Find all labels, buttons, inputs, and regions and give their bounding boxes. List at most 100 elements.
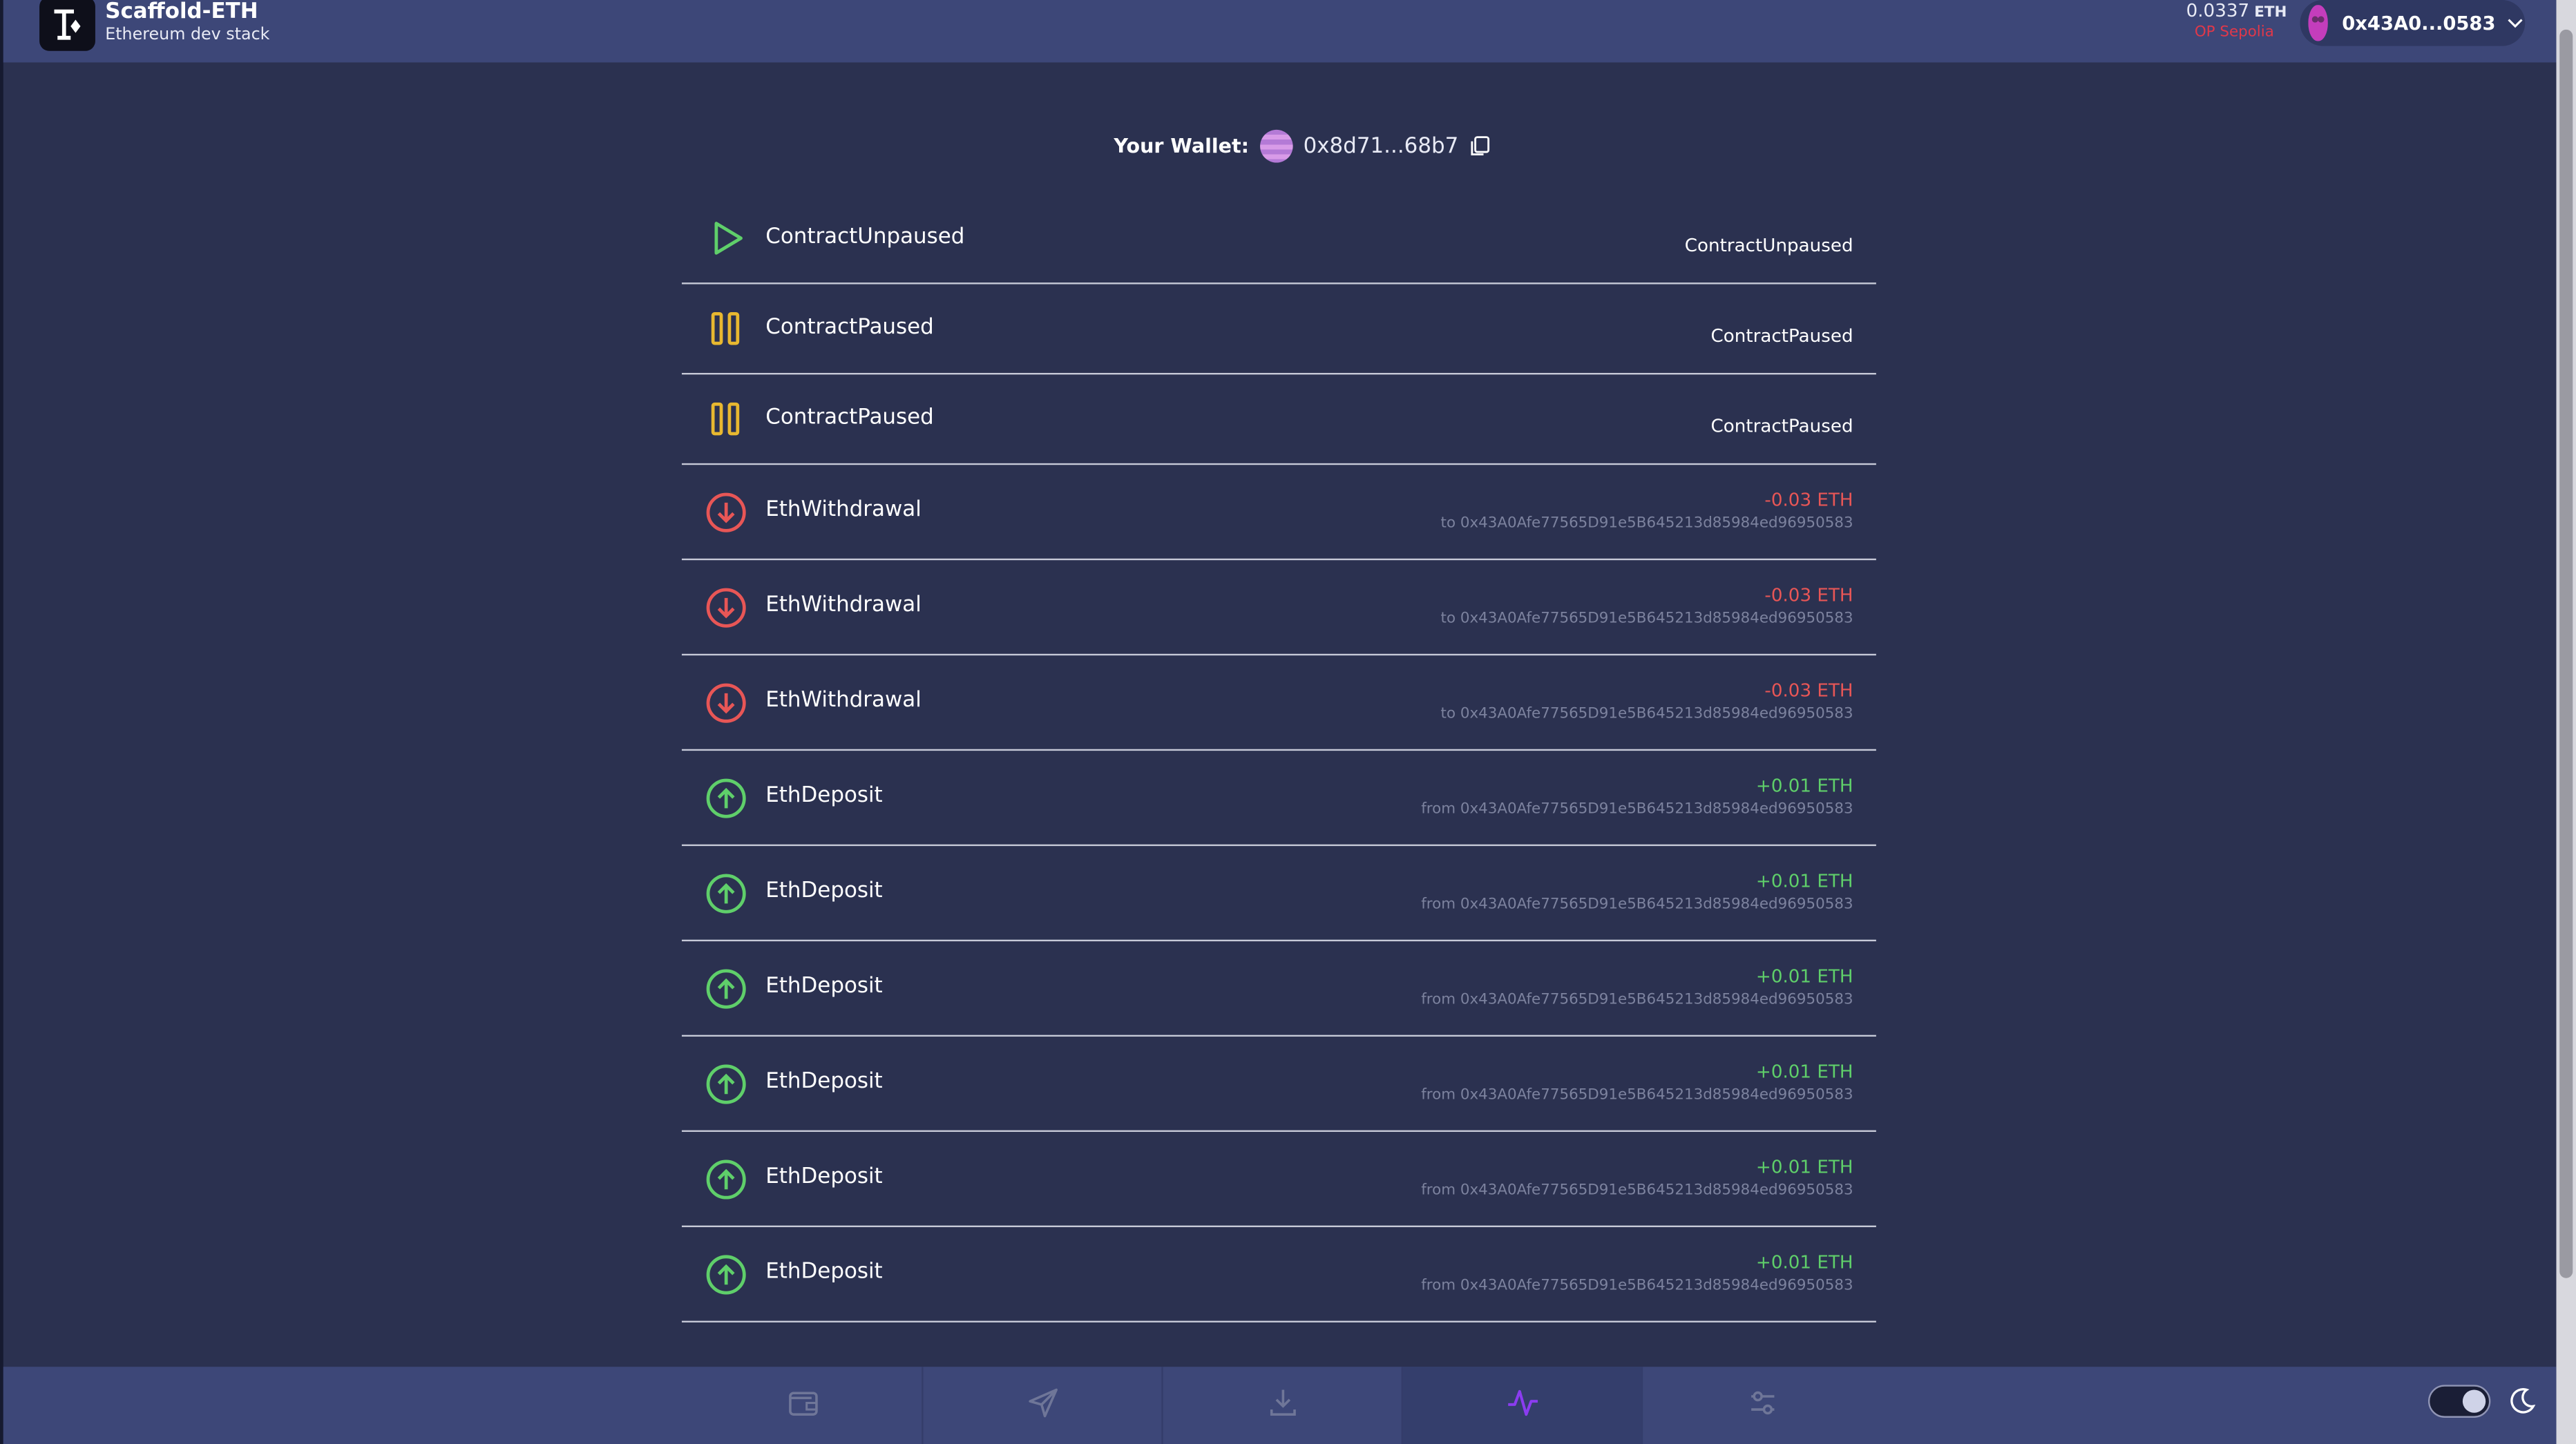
arrow-up-circle-icon bbox=[705, 1062, 747, 1105]
event-row: EthDeposit +0.01 ETH from 0x43A0Afe77565D9… bbox=[681, 941, 1876, 1037]
arrow-down-circle-icon bbox=[705, 490, 747, 533]
scaffold-logo-icon[interactable] bbox=[39, 0, 95, 51]
event-name: EthWithdrawal bbox=[765, 497, 922, 523]
tab-send[interactable] bbox=[924, 1367, 1162, 1444]
event-row: ContractUnpaused ContractUnpaused bbox=[681, 194, 1876, 285]
event-address: from 0x43A0Afe77565D91e5B645213d85984ed9… bbox=[1421, 991, 1853, 1008]
balance-value: 0.0337 bbox=[2186, 0, 2250, 21]
event-name: ContractPaused bbox=[765, 314, 934, 340]
play-icon bbox=[705, 217, 747, 260]
event-amount: +0.01 ETH bbox=[1755, 1251, 1853, 1273]
event-name: ContractUnpaused bbox=[765, 224, 965, 249]
chevron-down-icon bbox=[2506, 8, 2526, 39]
event-amount: +0.01 ETH bbox=[1755, 965, 1853, 987]
app-window: Scaffold-ETH Ethereum dev stack 0.0337 ET… bbox=[0, 0, 2576, 1444]
event-value: ContractPaused bbox=[1710, 415, 1853, 437]
event-amount: +0.01 ETH bbox=[1755, 869, 1853, 892]
arrow-up-circle-icon bbox=[705, 1157, 747, 1200]
event-name: ContractPaused bbox=[765, 405, 934, 430]
event-address: to 0x43A0Afe77565D91e5B645213d85984ed969… bbox=[1440, 705, 1853, 722]
arrow-down-circle-icon bbox=[705, 681, 747, 724]
event-detail: ContractPaused bbox=[1711, 317, 1853, 348]
tab-activity[interactable] bbox=[1402, 1367, 1641, 1444]
event-amount: -0.03 ETH bbox=[1764, 488, 1853, 510]
event-row: EthDeposit +0.01 ETH from 0x43A0Afe77565D9… bbox=[681, 846, 1876, 942]
bottom-nav bbox=[3, 1367, 2557, 1444]
event-name: EthWithdrawal bbox=[765, 688, 922, 713]
event-row: EthWithdrawal -0.03 ETH to 0x43A0Afe77565D… bbox=[681, 465, 1876, 561]
event-value: ContractPaused bbox=[1710, 325, 1853, 347]
event-row: EthDeposit +0.01 ETH from 0x43A0Afe77565D9… bbox=[681, 1037, 1876, 1133]
arrow-up-circle-icon bbox=[705, 776, 747, 819]
account-address: 0x43A0...0583 bbox=[2342, 11, 2496, 35]
event-detail: +0.01 ETH from 0x43A0Afe77565D91e5B645213… bbox=[1421, 775, 1853, 821]
event-detail: +0.01 ETH from 0x43A0Afe77565D91e5B645213… bbox=[1421, 1251, 1853, 1297]
event-amount: -0.03 ETH bbox=[1764, 679, 1853, 701]
event-address: to 0x43A0Afe77565D91e5B645213d85984ed969… bbox=[1440, 514, 1853, 532]
tab-wallet[interactable] bbox=[683, 1367, 922, 1444]
event-row: EthWithdrawal -0.03 ETH to 0x43A0Afe77565D… bbox=[681, 560, 1876, 656]
brand-subtitle: Ethereum dev stack bbox=[105, 26, 270, 45]
wallet-address: 0x8d71...68b7 bbox=[1303, 133, 1459, 159]
event-name: EthDeposit bbox=[765, 878, 883, 904]
network-name: OP Sepolia bbox=[2194, 24, 2274, 41]
event-row: EthDeposit +0.01 ETH from 0x43A0Afe77565D9… bbox=[681, 751, 1876, 847]
wallet-icon bbox=[786, 1386, 819, 1425]
balance-unit: ETH bbox=[2254, 5, 2287, 21]
event-address: from 0x43A0Afe77565D91e5B645213d85984ed9… bbox=[1421, 896, 1853, 913]
wallet-address-line: Your Wallet: 0x8d71...68b7 bbox=[1114, 128, 1491, 164]
top-header: Scaffold-ETH Ethereum dev stack 0.0337 ET… bbox=[3, 0, 2557, 63]
wallet-label: Your Wallet: bbox=[1114, 135, 1250, 158]
tab-settings[interactable] bbox=[1643, 1367, 1881, 1444]
pause-icon bbox=[705, 398, 747, 441]
event-address: from 0x43A0Afe77565D91e5B645213d85984ed9… bbox=[1421, 800, 1853, 818]
event-name: EthDeposit bbox=[765, 1164, 883, 1190]
send-icon bbox=[1026, 1386, 1059, 1425]
event-name: EthDeposit bbox=[765, 783, 883, 809]
event-name: EthDeposit bbox=[765, 1069, 883, 1095]
event-row: EthDeposit +0.01 ETH from 0x43A0Afe77565D9… bbox=[681, 1132, 1876, 1227]
event-name: EthWithdrawal bbox=[765, 593, 922, 618]
account-button[interactable]: 0x43A0...0583 bbox=[2300, 0, 2526, 46]
event-detail: ContractUnpaused bbox=[1685, 227, 1853, 258]
window-edge bbox=[0, 0, 3, 1444]
event-address: from 0x43A0Afe77565D91e5B645213d85984ed9… bbox=[1421, 1086, 1853, 1104]
balance-display: 0.0337 ETH OP Sepolia bbox=[2168, 1, 2287, 42]
event-detail: -0.03 ETH to 0x43A0Afe77565D91e5B645213d8… bbox=[1441, 680, 1853, 726]
arrow-up-circle-icon bbox=[705, 967, 747, 1010]
event-amount: +0.01 ETH bbox=[1755, 1060, 1853, 1082]
tab-receive[interactable] bbox=[1163, 1367, 1402, 1444]
event-name: EthDeposit bbox=[765, 1260, 883, 1285]
event-detail: -0.03 ETH to 0x43A0Afe77565D91e5B645213d8… bbox=[1441, 584, 1853, 630]
event-name: EthDeposit bbox=[765, 974, 883, 999]
event-address: from 0x43A0Afe77565D91e5B645213d85984ed9… bbox=[1421, 1182, 1853, 1199]
toggle-knob bbox=[2462, 1389, 2486, 1413]
moon-icon bbox=[2507, 1387, 2537, 1423]
event-amount: -0.03 ETH bbox=[1764, 584, 1853, 606]
wallet-avatar bbox=[1260, 129, 1294, 163]
event-row: EthDeposit +0.01 ETH from 0x43A0Afe77565D9… bbox=[681, 1227, 1876, 1322]
brand-title[interactable]: Scaffold-ETH bbox=[105, 0, 258, 25]
settings-sliders-icon bbox=[1746, 1386, 1779, 1425]
event-address: to 0x43A0Afe77565D91e5B645213d85984ed969… bbox=[1440, 610, 1853, 627]
event-amount: +0.01 ETH bbox=[1755, 1155, 1853, 1177]
event-address: from 0x43A0Afe77565D91e5B645213d85984ed9… bbox=[1421, 1277, 1853, 1294]
theme-toggle[interactable] bbox=[2427, 1385, 2491, 1418]
event-detail: +0.01 ETH from 0x43A0Afe77565D91e5B645213… bbox=[1421, 965, 1853, 1012]
event-value: ContractUnpaused bbox=[1684, 235, 1853, 257]
pause-icon bbox=[705, 307, 747, 350]
event-row: ContractPaused ContractPaused bbox=[681, 285, 1876, 375]
copy-icon[interactable] bbox=[1469, 135, 1491, 157]
arrow-up-circle-icon bbox=[705, 1253, 747, 1296]
event-detail: ContractPaused bbox=[1711, 407, 1853, 439]
arrow-down-circle-icon bbox=[705, 586, 747, 628]
activity-icon bbox=[1506, 1386, 1539, 1425]
event-detail: +0.01 ETH from 0x43A0Afe77565D91e5B645213… bbox=[1421, 870, 1853, 916]
avatar bbox=[2308, 5, 2327, 41]
event-row: ContractPaused ContractPaused bbox=[681, 374, 1876, 465]
arrow-up-circle-icon bbox=[705, 872, 747, 914]
event-detail: +0.01 ETH from 0x43A0Afe77565D91e5B645213… bbox=[1421, 1156, 1853, 1202]
event-detail: +0.01 ETH from 0x43A0Afe77565D91e5B645213… bbox=[1421, 1061, 1853, 1107]
scrollbar-thumb[interactable] bbox=[2559, 29, 2573, 1278]
event-row: EthWithdrawal -0.03 ETH to 0x43A0Afe77565D… bbox=[681, 655, 1876, 751]
